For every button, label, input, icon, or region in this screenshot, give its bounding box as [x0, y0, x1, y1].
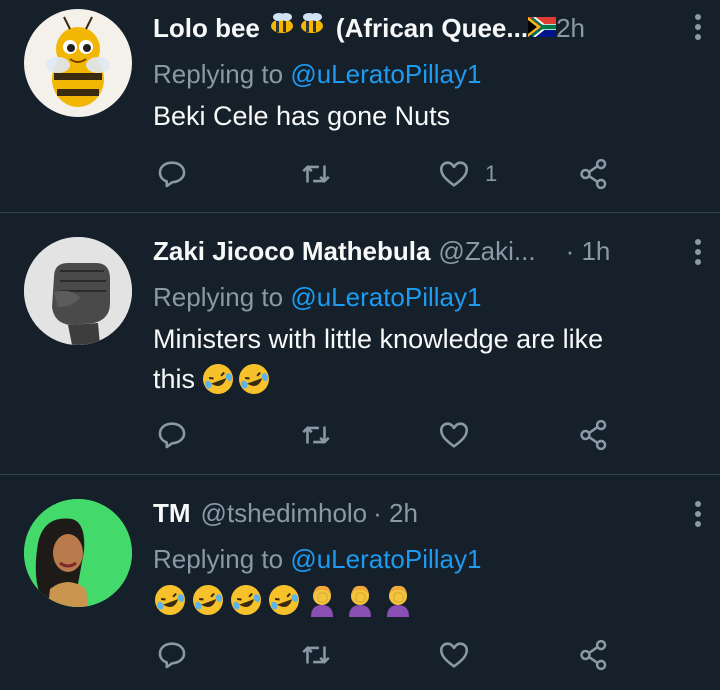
- more-icon[interactable]: [692, 237, 704, 267]
- display-name[interactable]: Zaki Jicoco Mathebula: [153, 236, 430, 267]
- like-icon: [439, 161, 469, 187]
- tweet-text-line-2: this: [153, 364, 196, 394]
- display-name[interactable]: Lolo bee: [153, 13, 260, 44]
- mention-link[interactable]: @uLeratoPillay1: [290, 282, 481, 312]
- reply-button[interactable]: [155, 635, 189, 675]
- replying-prefix: Replying to: [153, 282, 284, 312]
- facepalm-emoji-icon: [387, 585, 409, 617]
- tweet-header: Zaki Jicoco Mathebula @Zaki... · 1h: [153, 231, 700, 271]
- share-button[interactable]: [577, 415, 611, 455]
- retweet-button[interactable]: [299, 154, 333, 194]
- tweet-time[interactable]: · 2h: [373, 498, 418, 529]
- tweet-time[interactable]: 2h: [556, 13, 585, 44]
- laughing-emoji-icon: [155, 585, 185, 615]
- retweet-icon: [302, 165, 330, 183]
- avatar-fist[interactable]: [24, 237, 132, 345]
- like-icon: [439, 642, 469, 668]
- reply-feed: Lolo bee (African Quee... 2h Replying to…: [0, 0, 720, 690]
- bee-emoji-icon: [268, 11, 328, 46]
- south-africa-flag-icon: [528, 13, 558, 44]
- like-button[interactable]: [437, 635, 471, 675]
- facepalm-emoji-icon: [349, 585, 371, 617]
- reply-button[interactable]: [155, 154, 189, 194]
- share-icon: [580, 639, 607, 671]
- replying-to: Replying to @uLeratoPillay1: [153, 281, 700, 313]
- username[interactable]: @tshedimholo: [201, 498, 368, 529]
- tweet-text-line-1: Ministers with little knowledge are like: [153, 324, 604, 354]
- laughing-emoji-icon: [193, 585, 223, 615]
- emoji-reply: [153, 583, 700, 617]
- retweet-button[interactable]: [299, 635, 333, 675]
- replying-prefix: Replying to: [153, 59, 284, 89]
- reply-icon: [158, 422, 186, 449]
- tweet-3[interactable]: TM @tshedimholo · 2h Replying to @uLerat…: [0, 475, 720, 690]
- share-button[interactable]: [577, 635, 611, 675]
- replying-to: Replying to @uLeratoPillay1: [153, 58, 700, 90]
- more-icon[interactable]: [692, 499, 704, 529]
- reply-icon: [158, 161, 186, 188]
- share-button[interactable]: [577, 154, 611, 194]
- tweet-text: Beki Cele has gone Nuts: [153, 101, 451, 131]
- retweet-icon: [302, 426, 330, 444]
- reply-icon: [158, 642, 186, 669]
- tweet-text: Ministers with little knowledge are like…: [153, 319, 700, 399]
- retweet-button[interactable]: [299, 415, 333, 455]
- like-count: 1: [485, 161, 498, 186]
- laughing-emoji-icon: [201, 362, 271, 396]
- more-icon[interactable]: [692, 12, 704, 42]
- replying-prefix: Replying to: [153, 544, 284, 574]
- tweet-2[interactable]: Zaki Jicoco Mathebula @Zaki... · 1h Repl…: [0, 213, 720, 473]
- tweet-time[interactable]: · 1h: [566, 236, 611, 267]
- retweet-icon: [302, 646, 330, 664]
- replying-to: Replying to @uLeratoPillay1: [153, 543, 700, 575]
- display-name[interactable]: TM: [153, 498, 191, 529]
- tweet-header: Lolo bee (African Quee... 2h: [153, 8, 700, 48]
- reply-button[interactable]: [155, 415, 189, 455]
- username[interactable]: @Zaki...: [438, 236, 535, 267]
- mention-link[interactable]: @uLeratoPillay1: [290, 59, 481, 89]
- tweet-1[interactable]: Lolo bee (African Quee... 2h Replying to…: [0, 0, 720, 212]
- share-icon: [580, 158, 607, 190]
- avatar-bee[interactable]: [24, 9, 132, 117]
- like-icon: [439, 422, 469, 448]
- mention-link[interactable]: @uLeratoPillay1: [290, 544, 481, 574]
- display-name-suffix[interactable]: (African Quee...: [336, 13, 528, 44]
- avatar-woman[interactable]: [24, 499, 132, 607]
- laughing-emoji-icon: [269, 585, 299, 615]
- share-icon: [580, 419, 607, 451]
- like-button[interactable]: 1: [437, 154, 497, 194]
- like-button[interactable]: [437, 415, 471, 455]
- facepalm-emoji-icon: [311, 585, 333, 617]
- laughing-emoji-icon: [231, 585, 261, 615]
- tweet-header: TM @tshedimholo · 2h: [153, 493, 700, 533]
